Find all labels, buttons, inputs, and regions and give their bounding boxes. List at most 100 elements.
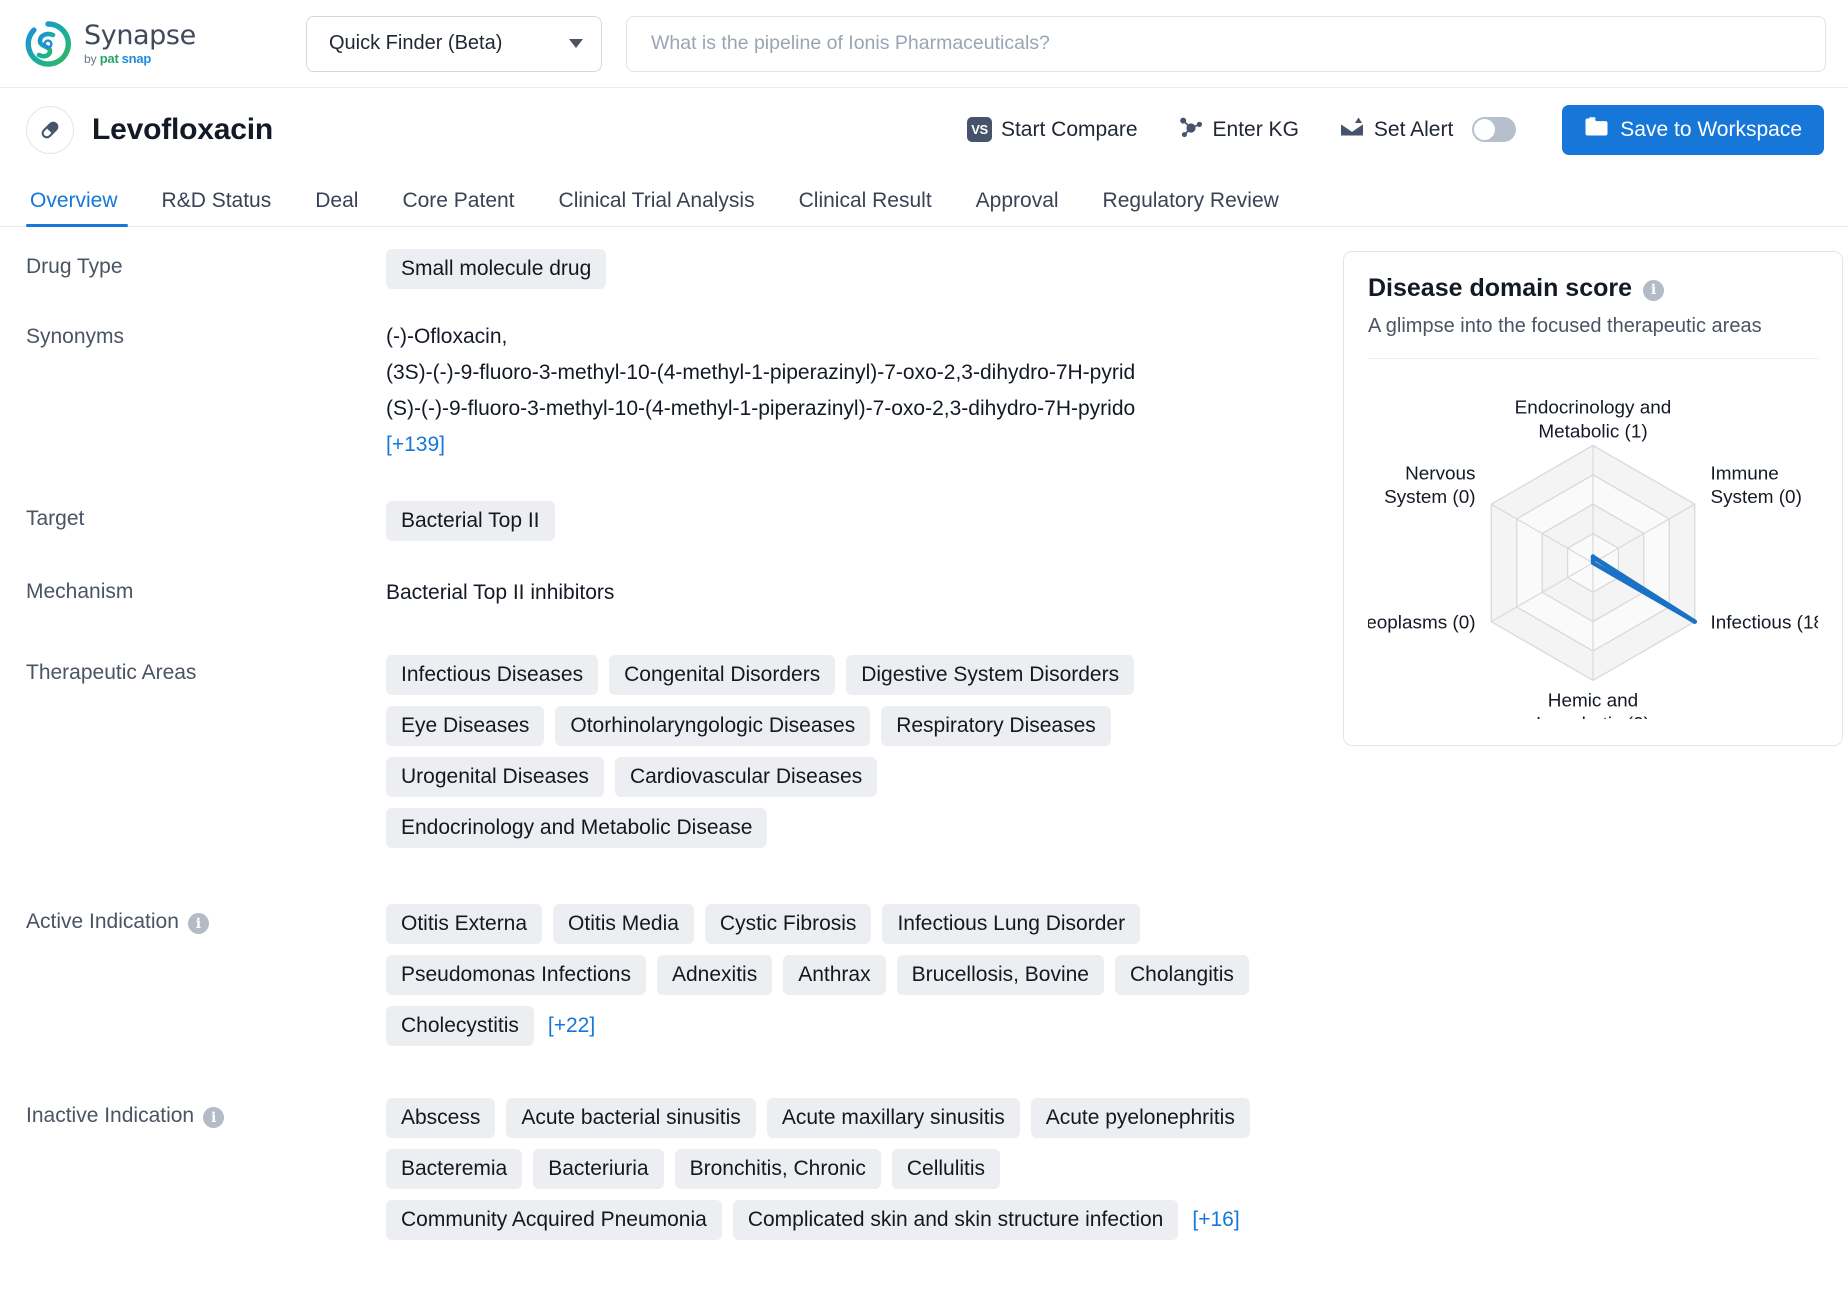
chip[interactable]: Digestive System Disorders xyxy=(846,655,1135,696)
chip[interactable]: Cholangitis xyxy=(1115,955,1249,996)
brand-logo[interactable]: Synapse by pat snap xyxy=(24,20,274,68)
active-indication-more-link[interactable]: [+22] xyxy=(545,1006,598,1046)
knowledge-graph-icon xyxy=(1178,115,1204,145)
chip[interactable]: Community Acquired Pneumonia xyxy=(386,1200,722,1241)
field-synonyms: Synonyms (-)-Ofloxacin, (3S)-(-)-9-fluor… xyxy=(26,311,1321,457)
detail-fields: Drug Type Small molecule drug Synonyms (… xyxy=(26,227,1321,1242)
page-title: Levofloxacin xyxy=(92,112,273,146)
chip[interactable]: Acute pyelonephritis xyxy=(1030,1098,1250,1139)
radar-label-nervous-2: System (0) xyxy=(1384,487,1475,508)
chip[interactable]: Cellulitis xyxy=(891,1149,1001,1190)
main-content: Drug Type Small molecule drug Synonyms (… xyxy=(0,227,1848,1242)
search-bar[interactable] xyxy=(626,15,1826,72)
radar-chart-svg: Endocrinology and Metabolic (1) Immune S… xyxy=(1368,398,1818,719)
save-to-workspace-button[interactable]: Save to Workspace xyxy=(1562,104,1824,155)
field-label: Active Indication i xyxy=(26,896,386,1046)
chip[interactable]: Urogenital Diseases xyxy=(386,757,604,798)
card-title: Disease domain score i xyxy=(1368,274,1818,303)
synonyms-more-link[interactable]: [+139] xyxy=(386,433,445,457)
synonym-line: (S)-(-)-9-fluoro-3-methyl-10-(4-methyl-1… xyxy=(386,397,1136,421)
brand-name: Synapse xyxy=(84,20,196,51)
synonym-line: (-)-Ofloxacin, xyxy=(386,325,508,348)
save-to-workspace-label: Save to Workspace xyxy=(1620,117,1802,141)
tab-bar: Overview R&D Status Deal Core Patent Cli… xyxy=(0,171,1848,227)
info-icon[interactable]: i xyxy=(187,913,209,935)
disease-domain-score-card: Disease domain score i A glimpse into th… xyxy=(1343,251,1843,746)
radar-label-immune: Immune xyxy=(1710,463,1778,484)
avatar xyxy=(26,105,74,154)
field-label: Target xyxy=(26,507,85,531)
field-therapeutic-areas: Therapeutic Areas Infectious Diseases Co… xyxy=(26,647,1321,849)
quick-finder-dropdown[interactable]: Quick Finder (Beta) xyxy=(306,15,602,72)
radar-label-hemic: Hemic and xyxy=(1548,690,1638,711)
tab-clinical-result[interactable]: Clinical Result xyxy=(777,189,954,226)
tab-core-patent[interactable]: Core Patent xyxy=(380,189,536,226)
chip[interactable]: Bacterial Top II xyxy=(386,501,555,542)
alert-mail-icon xyxy=(1339,115,1365,145)
chip[interactable]: Acute bacterial sinusitis xyxy=(506,1098,756,1139)
start-compare-button[interactable]: VS Start Compare xyxy=(947,117,1158,142)
chip[interactable]: Pseudomonas Infections xyxy=(386,955,646,996)
set-alert-label: Set Alert xyxy=(1373,117,1454,141)
chip[interactable]: Acute maxillary sinusitis xyxy=(766,1098,1020,1139)
radar-label-endocrinology-2: Metabolic (1) xyxy=(1538,421,1647,442)
disease-domain-score-title: Disease domain score xyxy=(1368,274,1633,302)
chip[interactable]: Cardiovascular Diseases xyxy=(614,757,878,798)
chip[interactable]: Bronchitis, Chronic xyxy=(674,1149,881,1190)
tab-approval[interactable]: Approval xyxy=(954,189,1081,226)
synonym-line: (3S)-(-)-9-fluoro-3-methyl-10-(4-methyl-… xyxy=(386,361,1136,385)
tab-regulatory-review[interactable]: Regulatory Review xyxy=(1081,189,1301,226)
therapeutic-area-chips: Infectious Diseases Congenital Disorders… xyxy=(386,655,1266,849)
search-input[interactable] xyxy=(649,31,1803,56)
chip[interactable]: Bacteremia xyxy=(386,1149,523,1190)
radar-label-immune-2: System (0) xyxy=(1710,487,1801,508)
header-actions: VS Start Compare Enter KG Set Alert Save… xyxy=(947,104,1824,155)
chip[interactable]: Respiratory Diseases xyxy=(881,706,1111,747)
info-icon[interactable]: i xyxy=(1643,279,1665,301)
tab-clinical-trial-analysis[interactable]: Clinical Trial Analysis xyxy=(537,189,777,226)
enter-kg-label: Enter KG xyxy=(1212,117,1299,141)
chip[interactable]: Small molecule drug xyxy=(386,249,607,289)
mechanism-value: Bacterial Top II inhibitors xyxy=(386,581,615,605)
field-label: Drug Type xyxy=(26,255,123,278)
active-indication-chips: Otitis Externa Otitis Media Cystic Fibro… xyxy=(386,904,1266,1047)
chip[interactable]: Congenital Disorders xyxy=(609,655,836,696)
field-label: Synonyms xyxy=(26,325,125,348)
info-icon[interactable]: i xyxy=(203,1107,225,1129)
chip[interactable]: Endocrinology and Metabolic Disease xyxy=(386,808,768,849)
chip[interactable]: Infectious Lung Disorder xyxy=(882,904,1141,945)
chip[interactable]: Infectious Diseases xyxy=(386,655,599,696)
chip[interactable]: Abscess xyxy=(386,1098,496,1139)
folder-icon xyxy=(1584,116,1609,143)
chip[interactable]: Cholecystitis xyxy=(386,1006,534,1047)
chip[interactable]: Eye Diseases xyxy=(386,706,545,747)
set-alert-button[interactable]: Set Alert xyxy=(1319,115,1536,145)
alert-toggle[interactable] xyxy=(1472,117,1517,142)
field-inactive-indication: Inactive Indication i Abscess Acute bact… xyxy=(26,1090,1321,1241)
brand-snap: snap xyxy=(121,51,152,66)
chip[interactable]: Bacteriuria xyxy=(533,1149,664,1190)
tab-rd-status[interactable]: R&D Status xyxy=(140,189,294,226)
synapse-logo-icon xyxy=(24,20,72,68)
disease-domain-score-subtitle: A glimpse into the focused therapeutic a… xyxy=(1368,315,1818,359)
start-compare-label: Start Compare xyxy=(1000,117,1138,141)
inactive-indication-label: Inactive Indication xyxy=(26,1104,195,1128)
brand-pat: pat xyxy=(99,51,119,66)
radar-label-hemic-2: Lymphatic (0) xyxy=(1536,714,1650,719)
enter-kg-button[interactable]: Enter KG xyxy=(1158,115,1319,145)
chip[interactable]: Adnexitis xyxy=(656,955,773,996)
drug-type-chips: Small molecule drug xyxy=(386,249,1266,289)
tab-deal[interactable]: Deal xyxy=(293,189,380,226)
quick-finder-label: Quick Finder (Beta) xyxy=(329,32,503,54)
inactive-indication-more-link[interactable]: [+16] xyxy=(1189,1200,1242,1240)
chip[interactable]: Complicated skin and skin structure infe… xyxy=(732,1200,1179,1241)
field-label: Therapeutic Areas xyxy=(26,661,197,685)
chip[interactable]: Otitis Externa xyxy=(386,904,543,945)
chip[interactable]: Anthrax xyxy=(783,955,886,996)
chip[interactable]: Otitis Media xyxy=(553,904,694,945)
chip[interactable]: Brucellosis, Bovine xyxy=(896,955,1104,996)
tab-overview[interactable]: Overview xyxy=(26,189,140,227)
radar-chart: Endocrinology and Metabolic (1) Immune S… xyxy=(1368,359,1818,719)
chip[interactable]: Otorhinolaryngologic Diseases xyxy=(555,706,871,747)
chip[interactable]: Cystic Fibrosis xyxy=(704,904,872,945)
